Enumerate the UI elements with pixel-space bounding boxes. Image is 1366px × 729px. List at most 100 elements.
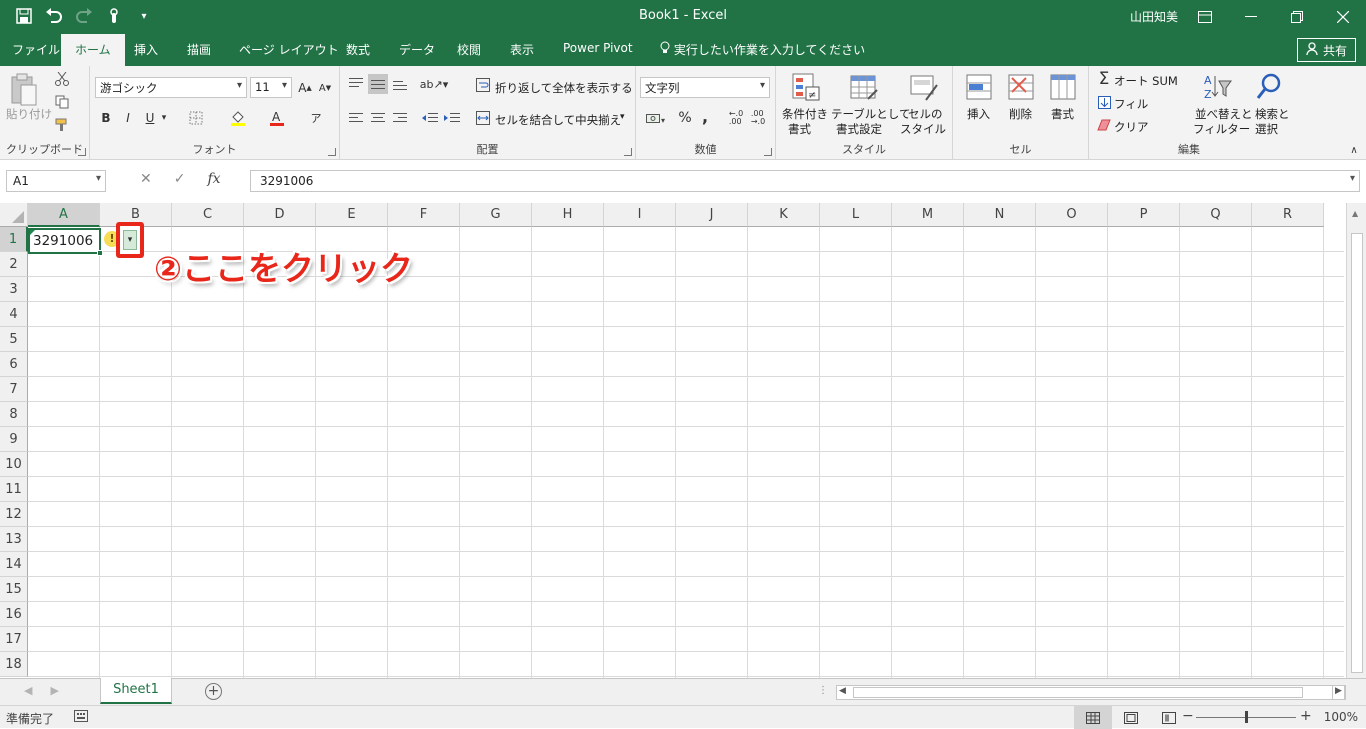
sort-filter-label-2[interactable]: フィルター bbox=[1193, 121, 1250, 137]
row-header-9[interactable]: 9 bbox=[0, 427, 28, 452]
column-header-k[interactable]: K bbox=[748, 203, 820, 227]
collapse-ribbon-icon[interactable]: ∧ bbox=[1348, 145, 1360, 156]
horizontal-scroll-thumb[interactable] bbox=[853, 687, 1303, 698]
row-header-4[interactable]: 4 bbox=[0, 302, 28, 327]
decrease-font-icon[interactable]: A ▼ bbox=[316, 78, 334, 98]
row-header-1[interactable]: 1 bbox=[0, 227, 28, 252]
cell-styles-icon[interactable] bbox=[908, 71, 940, 103]
tab-formulas[interactable]: 数式 bbox=[346, 41, 370, 58]
splitter-icon[interactable]: ⋮ bbox=[818, 685, 828, 696]
row-header-13[interactable]: 13 bbox=[0, 527, 28, 552]
page-layout-view-icon[interactable] bbox=[1112, 706, 1150, 729]
zoom-out-button[interactable]: − bbox=[1182, 708, 1194, 724]
align-center-icon[interactable] bbox=[368, 108, 388, 128]
macro-recording-icon[interactable] bbox=[74, 710, 88, 725]
ribbon-options-icon[interactable] bbox=[1182, 0, 1228, 34]
borders-icon[interactable] bbox=[184, 108, 208, 128]
phonetic-icon[interactable]: ア bbox=[306, 108, 326, 128]
align-bottom-icon[interactable] bbox=[390, 74, 410, 94]
column-header-j[interactable]: J bbox=[676, 203, 748, 227]
sort-filter-label-1[interactable]: 並べ替えと bbox=[1195, 106, 1253, 122]
insert-cells-icon[interactable] bbox=[963, 71, 995, 103]
autosum-label[interactable]: オート SUM bbox=[1114, 73, 1178, 89]
close-icon[interactable] bbox=[1320, 0, 1366, 34]
row-header-12[interactable]: 12 bbox=[0, 502, 28, 527]
format-painter-icon[interactable] bbox=[53, 116, 71, 134]
column-header-p[interactable]: P bbox=[1108, 203, 1180, 227]
enter-icon[interactable]: ✓ bbox=[174, 171, 186, 187]
underline-dropdown-icon[interactable]: ▾ bbox=[159, 108, 169, 128]
tab-power-pivot[interactable]: Power Pivot bbox=[563, 41, 633, 55]
italic-button[interactable]: I bbox=[120, 108, 136, 128]
horizontal-scrollbar[interactable]: ◀ bbox=[836, 685, 1346, 700]
tab-insert[interactable]: 挿入 bbox=[134, 41, 158, 58]
merge-center-icon[interactable] bbox=[474, 109, 492, 127]
name-box[interactable]: A1 bbox=[6, 170, 106, 192]
tab-view[interactable]: 表示 bbox=[510, 41, 534, 58]
paste-label[interactable]: 貼り付け bbox=[6, 106, 52, 122]
wrap-text-icon[interactable] bbox=[474, 76, 492, 94]
user-name[interactable]: 山田知美 bbox=[1130, 8, 1178, 25]
prev-sheet-icon[interactable]: ◀ bbox=[24, 684, 32, 697]
orientation-icon[interactable]: ab↗▾ bbox=[420, 74, 448, 94]
format-as-table-icon[interactable] bbox=[848, 71, 880, 103]
normal-view-icon[interactable] bbox=[1074, 706, 1112, 729]
merge-center-label[interactable]: セルを結合して中央揃え bbox=[495, 112, 621, 128]
row-header-7[interactable]: 7 bbox=[0, 377, 28, 402]
insert-cells-label[interactable]: 挿入 bbox=[967, 106, 990, 122]
scroll-left-icon[interactable]: ◀ bbox=[839, 686, 846, 696]
sheet-tab-sheet1[interactable]: Sheet1 bbox=[100, 678, 172, 704]
tab-review[interactable]: 校閲 bbox=[457, 41, 481, 58]
cell-styles-label-1[interactable]: セルの bbox=[908, 106, 943, 122]
column-header-g[interactable]: G bbox=[460, 203, 532, 227]
cell-a1[interactable]: 3291006 bbox=[28, 228, 103, 256]
row-header-5[interactable]: 5 bbox=[0, 327, 28, 352]
insert-function-icon[interactable]: fx bbox=[207, 171, 220, 187]
cell-area[interactable] bbox=[28, 227, 1344, 678]
paste-icon[interactable] bbox=[8, 72, 40, 108]
column-header-f[interactable]: F bbox=[388, 203, 460, 227]
fill-icon[interactable] bbox=[1095, 93, 1113, 111]
row-header-8[interactable]: 8 bbox=[0, 402, 28, 427]
tab-page-layout[interactable]: ページ レイアウト bbox=[239, 41, 339, 58]
fill-handle[interactable] bbox=[97, 250, 103, 256]
fill-label[interactable]: フィル bbox=[1114, 96, 1148, 112]
clear-icon[interactable] bbox=[1095, 116, 1113, 134]
percent-button[interactable]: % bbox=[676, 108, 694, 128]
copy-icon[interactable] bbox=[53, 93, 71, 111]
column-header-m[interactable]: M bbox=[892, 203, 964, 227]
zoom-slider-knob[interactable] bbox=[1245, 711, 1248, 723]
conditional-format-label-1[interactable]: 条件付き bbox=[782, 106, 828, 122]
font-color-icon[interactable]: A bbox=[266, 108, 288, 128]
zoom-level[interactable]: 100% bbox=[1324, 710, 1358, 724]
cancel-icon[interactable]: ✕ bbox=[140, 171, 152, 187]
cell-styles-label-2[interactable]: スタイル bbox=[900, 121, 946, 137]
wrap-text-label[interactable]: 折り返して全体を表示する bbox=[495, 80, 633, 96]
increase-decimal-icon[interactable]: ←.0.00 bbox=[726, 108, 746, 128]
align-top-icon[interactable] bbox=[346, 74, 366, 94]
align-right-icon[interactable] bbox=[390, 108, 410, 128]
row-header-16[interactable]: 16 bbox=[0, 602, 28, 627]
column-header-d[interactable]: D bbox=[244, 203, 316, 227]
scroll-up-icon[interactable]: ▲ bbox=[1352, 209, 1358, 218]
font-size-select[interactable]: 11 bbox=[250, 77, 292, 98]
row-header-18[interactable]: 18 bbox=[0, 652, 28, 677]
merge-dropdown-icon[interactable]: ▾ bbox=[620, 112, 625, 122]
align-middle-icon[interactable] bbox=[368, 74, 388, 94]
scroll-right-icon[interactable]: ▶ bbox=[1332, 685, 1345, 700]
row-header-17[interactable]: 17 bbox=[0, 627, 28, 652]
font-launcher-icon[interactable] bbox=[328, 148, 336, 156]
vertical-scroll-thumb[interactable] bbox=[1351, 233, 1363, 673]
column-header-l[interactable]: L bbox=[820, 203, 892, 227]
sort-filter-icon[interactable]: AZ bbox=[1201, 71, 1233, 103]
formula-input[interactable]: 3291006 bbox=[250, 170, 1360, 192]
fill-color-icon[interactable] bbox=[226, 108, 250, 128]
row-header-6[interactable]: 6 bbox=[0, 352, 28, 377]
row-header-11[interactable]: 11 bbox=[0, 477, 28, 502]
cut-icon[interactable] bbox=[53, 70, 71, 88]
autosum-icon[interactable]: Σ bbox=[1095, 69, 1113, 89]
restore-icon[interactable] bbox=[1274, 0, 1320, 34]
tab-data[interactable]: データ bbox=[399, 41, 435, 58]
row-header-14[interactable]: 14 bbox=[0, 552, 28, 577]
row-header-3[interactable]: 3 bbox=[0, 277, 28, 302]
